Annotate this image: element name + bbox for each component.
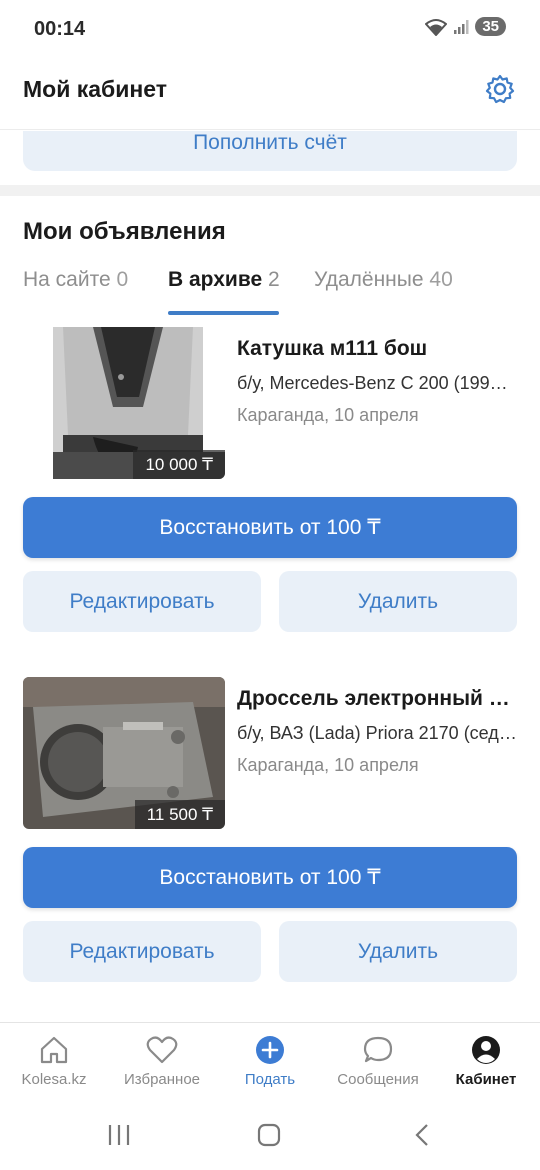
nav-favorites[interactable]: Избранное (108, 1035, 216, 1088)
edit-button[interactable]: Редактировать (23, 921, 261, 982)
restore-button[interactable]: Восстановить от 100 ₸ (23, 847, 517, 908)
home-icon (40, 1036, 68, 1064)
home-button-icon[interactable] (256, 1122, 282, 1148)
gear-icon[interactable] (484, 73, 516, 105)
delete-button[interactable]: Удалить (279, 571, 517, 632)
listing-description: б/у, Mercedes-Benz C 200 (1993 – 2000) (237, 373, 517, 393)
active-tab-indicator (168, 311, 279, 315)
restore-button[interactable]: Восстановить от 100 ₸ (23, 497, 517, 558)
profile-icon (472, 1036, 500, 1064)
tab-label: На сайте (23, 268, 111, 291)
tab-deleted[interactable]: Удалённые 40 (314, 268, 453, 292)
listing-photo[interactable]: 11 500 ₸ (23, 677, 225, 829)
system-nav (0, 1110, 540, 1170)
nav-label: Сообщения (337, 1071, 419, 1088)
topup-label: Пополнить счёт (193, 131, 347, 154)
nav-messages[interactable]: Сообщения (324, 1035, 432, 1088)
chat-icon (363, 1036, 393, 1063)
tab-label: Удалённые (314, 268, 424, 291)
edit-button[interactable]: Редактировать (23, 571, 261, 632)
nav-home[interactable]: Kolesa.kz (0, 1035, 108, 1088)
wifi-icon (425, 18, 448, 36)
nav-label: Подать (244, 1071, 296, 1088)
nav-cabinet[interactable]: Кабинет (432, 1035, 540, 1088)
plus-circle-icon (256, 1036, 284, 1064)
listing-location-date: Караганда, 10 апреля (237, 755, 419, 775)
nav-post-ad[interactable]: Подать (216, 1035, 324, 1088)
delete-button[interactable]: Удалить (279, 921, 517, 982)
price-tag: 10 000 ₸ (133, 450, 225, 479)
heart-icon (146, 1036, 178, 1064)
price-tag: 11 500 ₸ (134, 800, 225, 829)
status-icons: 35 (425, 17, 506, 36)
listing-location-date: Караганда, 10 апреля (237, 405, 419, 425)
listing-title[interactable]: Катушка м111 бош (237, 337, 522, 361)
listing-title[interactable]: Дроссель электронный ВАЗ (237, 687, 522, 711)
recent-apps-icon[interactable] (106, 1122, 132, 1148)
tab-count: 40 (429, 268, 453, 291)
tab-on-site[interactable]: На сайте 0 (23, 268, 128, 292)
tab-count: 0 (116, 268, 129, 291)
section-title: Мои объявления (23, 218, 226, 245)
battery-indicator: 35 (475, 17, 506, 36)
tab-archive[interactable]: В архиве 2 (168, 268, 280, 292)
tab-count: 2 (267, 268, 280, 291)
page-title: Мой кабинет (23, 76, 168, 102)
section-divider (0, 185, 540, 196)
listing-photo[interactable]: 10 000 ₸ (23, 327, 225, 479)
tab-label: В архиве (168, 268, 263, 291)
bottom-nav: Kolesa.kz Избранное Подать Сообщения Каб… (0, 1022, 540, 1110)
listing-tabs: На сайте 0 В архиве 2 Удалённые 40 (0, 268, 540, 318)
nav-label: Kolesa.kz (21, 1071, 87, 1088)
status-bar: 00:14 35 (0, 0, 540, 58)
header: Мой кабинет (0, 58, 540, 130)
signal-icon (454, 19, 469, 34)
nav-label: Избранное (123, 1071, 201, 1088)
listing-description: б/у, ВАЗ (Lada) Priora 2170 (седан) (237, 723, 517, 743)
status-time: 00:14 (34, 18, 86, 40)
nav-label: Кабинет (455, 1071, 517, 1088)
topup-button[interactable]: Пополнить счёт (23, 131, 517, 171)
back-icon[interactable] (410, 1122, 436, 1148)
